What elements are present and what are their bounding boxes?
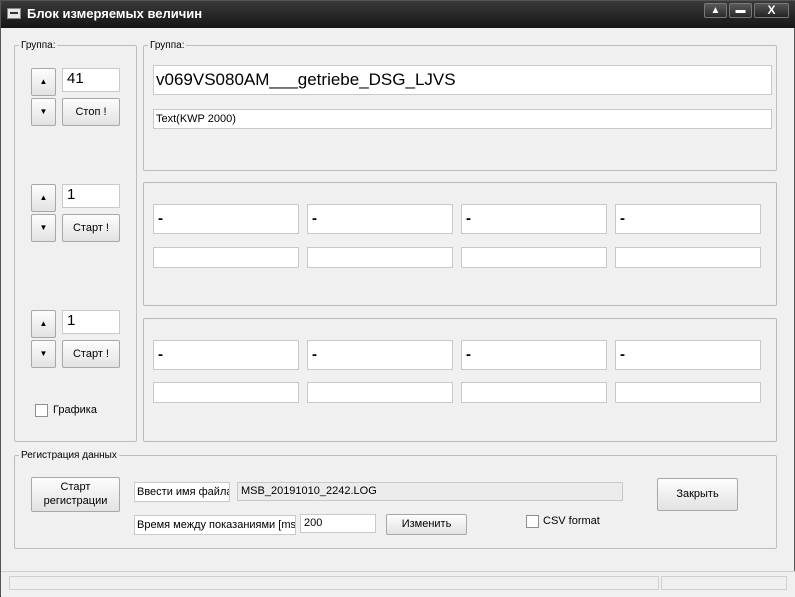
block1-value-4: - (615, 204, 761, 234)
status-bar (1, 571, 795, 597)
window-title: Блок измеряемых величин (27, 6, 203, 21)
block2-value-1: - (153, 340, 299, 370)
group2-number-input[interactable]: 1 (62, 184, 120, 208)
minimize-button[interactable]: ▲ (704, 3, 727, 18)
block2-value-3: - (461, 340, 607, 370)
graph-checkbox[interactable] (35, 404, 48, 417)
filename-input[interactable]: MSB_20191010_2242.LOG (237, 482, 623, 501)
group1-down-button[interactable]: ▼ (31, 98, 56, 126)
arrow-down-icon: ▼ (39, 107, 48, 116)
filename-label: Ввести имя файла (134, 482, 230, 502)
block2-unit-1 (153, 382, 299, 403)
group-selector-legend: Группа: (21, 40, 56, 51)
group3-number-input[interactable]: 1 (62, 310, 120, 334)
status-segment-left (9, 576, 659, 590)
block1-unit-3 (461, 247, 607, 268)
group3-start-button[interactable]: Старт ! (62, 340, 120, 368)
group3-down-button[interactable]: ▼ (31, 340, 56, 368)
group1-up-button[interactable]: ▲ (31, 68, 56, 96)
measurement-block-1 (143, 182, 777, 306)
csv-format-checkbox[interactable] (526, 515, 539, 528)
interval-label: Время между показаниями [ms] (134, 515, 296, 535)
block1-unit-4 (615, 247, 761, 268)
group-protocol-field: Text(KWP 2000) (153, 109, 772, 129)
block2-unit-3 (461, 382, 607, 403)
block2-value-4: - (615, 340, 761, 370)
group-name-field: v069VS080AM___getriebe_DSG_LJVS (153, 65, 772, 95)
arrow-up-icon: ▲ (39, 193, 48, 202)
csv-format-label: CSV format (543, 515, 600, 527)
arrow-down-icon: ▼ (39, 349, 48, 358)
group1-stop-button[interactable]: Стоп ! (62, 98, 120, 126)
group3-up-button[interactable]: ▲ (31, 310, 56, 338)
main-window: Блок измеряемых величин ▲ ▬ X Группа: ▲ … (0, 0, 795, 597)
measurement-block-2 (143, 318, 777, 442)
group2-down-button[interactable]: ▼ (31, 214, 56, 242)
close-button[interactable]: Закрыть (657, 478, 738, 511)
group1-number-input[interactable]: 41 (62, 68, 120, 92)
block1-unit-1 (153, 247, 299, 268)
block1-value-3: - (461, 204, 607, 234)
block1-value-1: - (153, 204, 299, 234)
block2-value-2: - (307, 340, 453, 370)
change-interval-button[interactable]: Изменить (386, 514, 467, 535)
block2-unit-2 (307, 382, 453, 403)
app-icon[interactable] (7, 8, 21, 19)
interval-input[interactable]: 200 (300, 514, 376, 533)
arrow-down-icon: ▼ (39, 223, 48, 232)
arrow-up-icon: ▲ (39, 77, 48, 86)
group2-start-button[interactable]: Старт ! (62, 214, 120, 242)
block1-value-2: - (307, 204, 453, 234)
arrow-up-icon: ▲ (39, 319, 48, 328)
status-segment-right (661, 576, 787, 590)
group-info-legend: Группа: (150, 40, 185, 51)
graph-checkbox-label: Графика (53, 404, 97, 416)
title-bar[interactable]: Блок измеряемых величин ▲ ▬ X (1, 1, 795, 28)
block2-unit-4 (615, 382, 761, 403)
block1-unit-2 (307, 247, 453, 268)
group-info-panel: Группа: (143, 40, 777, 171)
start-registration-button[interactable]: Старт регистрации (31, 477, 120, 512)
registration-legend: Регистрация данных (21, 450, 117, 461)
maximize-button[interactable]: ▬ (729, 3, 752, 18)
group2-up-button[interactable]: ▲ (31, 184, 56, 212)
close-window-button[interactable]: X (754, 3, 789, 18)
